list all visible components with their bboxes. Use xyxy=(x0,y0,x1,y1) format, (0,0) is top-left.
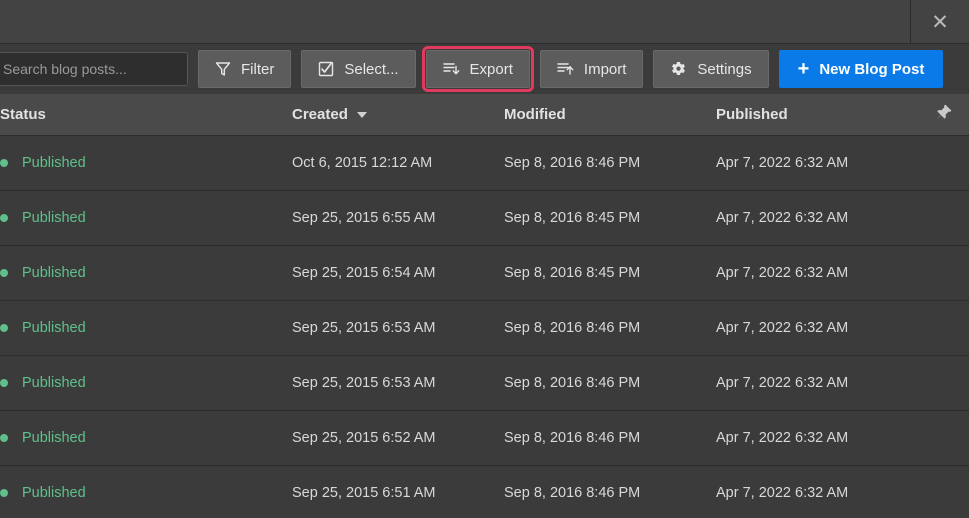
column-header-status[interactable]: Status xyxy=(0,106,292,123)
settings-button[interactable]: Settings xyxy=(653,50,769,88)
plus-icon: + xyxy=(797,58,810,80)
cell-status: Published xyxy=(0,265,292,281)
table-body: Published Oct 6, 2015 12:12 AM Sep 8, 2016… xyxy=(0,136,969,518)
toolbar: Filter Select... Export Import xyxy=(0,44,969,94)
cell-modified: Sep 8, 2016 8:46 PM xyxy=(504,375,641,391)
cell-modified: Sep 8, 2016 8:46 PM xyxy=(504,155,641,171)
status-dot-icon xyxy=(0,489,8,497)
window-title-bar: ✕ xyxy=(0,0,969,44)
cell-published: Apr 7, 2022 6:32 AM xyxy=(716,210,849,226)
cell-created: Sep 25, 2015 6:53 AM xyxy=(292,320,436,336)
cell-status: Published xyxy=(0,485,292,501)
status-badge: Published xyxy=(0,320,86,336)
cell-status: Published xyxy=(0,375,292,391)
select-button-label: Select... xyxy=(344,60,399,78)
status-dot-icon xyxy=(0,434,8,442)
status-label: Published xyxy=(22,485,86,501)
new-blog-post-button[interactable]: + New Blog Post xyxy=(778,50,944,88)
table-row[interactable]: Published Sep 25, 2015 6:53 AM Sep 8, 2016… xyxy=(0,301,969,356)
import-button-label: Import xyxy=(583,60,627,78)
table-row[interactable]: Published Sep 25, 2015 6:51 AM Sep 8, 2016… xyxy=(0,466,969,518)
search-input[interactable] xyxy=(0,52,188,86)
table-row[interactable]: Published Sep 25, 2015 6:52 AM Sep 8, 2016… xyxy=(0,411,969,466)
cell-created: Sep 25, 2015 6:53 AM xyxy=(292,375,436,391)
select-button[interactable]: Select... xyxy=(301,50,416,88)
column-header-published[interactable]: Published xyxy=(716,106,931,123)
new-blog-post-button-label: New Blog Post xyxy=(819,60,925,78)
status-dot-icon xyxy=(0,269,8,277)
cell-created: Sep 25, 2015 6:55 AM xyxy=(292,210,436,226)
table-row[interactable]: Published Sep 25, 2015 6:55 AM Sep 8, 2016… xyxy=(0,191,969,246)
status-badge: Published xyxy=(0,430,86,446)
status-dot-icon xyxy=(0,379,8,387)
import-button[interactable]: Import xyxy=(539,50,644,88)
cell-modified: Sep 8, 2016 8:45 PM xyxy=(504,265,641,281)
cell-modified: Sep 8, 2016 8:45 PM xyxy=(504,210,641,226)
status-label: Published xyxy=(22,320,86,336)
status-dot-icon xyxy=(0,214,8,222)
cell-status: Published xyxy=(0,210,292,226)
cell-published: Apr 7, 2022 6:32 AM xyxy=(716,430,849,446)
cell-modified: Sep 8, 2016 8:46 PM xyxy=(504,320,641,336)
column-header-modified-label: Modified xyxy=(504,106,566,123)
sort-descending-icon xyxy=(356,112,367,119)
cell-status: Published xyxy=(0,155,292,171)
cell-status: Published xyxy=(0,430,292,446)
status-badge: Published xyxy=(0,265,86,281)
cell-created: Sep 25, 2015 6:54 AM xyxy=(292,265,436,281)
status-label: Published xyxy=(22,265,86,281)
status-dot-icon xyxy=(0,159,8,167)
cell-published: Apr 7, 2022 6:32 AM xyxy=(716,375,849,391)
status-label: Published xyxy=(22,430,86,446)
column-header-published-label: Published xyxy=(716,106,788,123)
status-badge: Published xyxy=(0,155,86,171)
export-icon xyxy=(442,61,460,77)
status-badge: Published xyxy=(0,485,86,501)
search-field-wrapper xyxy=(0,52,188,86)
cell-status: Published xyxy=(0,320,292,336)
import-icon xyxy=(557,61,574,77)
status-badge: Published xyxy=(0,210,86,226)
table-row[interactable]: Published Sep 25, 2015 6:53 AM Sep 8, 2016… xyxy=(0,356,969,411)
export-button[interactable]: Export xyxy=(421,46,534,92)
filter-icon xyxy=(215,61,231,77)
table-row[interactable]: Published Sep 25, 2015 6:54 AM Sep 8, 2016… xyxy=(0,246,969,301)
cell-created: Sep 25, 2015 6:51 AM xyxy=(292,485,436,501)
column-header-created[interactable]: Created xyxy=(292,106,504,123)
table-header-row: Status Created Modified Published xyxy=(0,94,969,136)
checkbox-icon xyxy=(318,61,334,77)
table-row[interactable]: Published Oct 6, 2015 12:12 AM Sep 8, 2016… xyxy=(0,136,969,191)
status-badge: Published xyxy=(0,375,86,391)
filter-button-label: Filter xyxy=(241,60,275,78)
cell-published: Apr 7, 2022 6:32 AM xyxy=(716,265,849,281)
column-header-status-label: Status xyxy=(0,106,46,123)
close-icon[interactable]: ✕ xyxy=(911,0,969,44)
pin-icon xyxy=(933,103,953,127)
cell-published: Apr 7, 2022 6:32 AM xyxy=(716,155,849,171)
cell-created: Oct 6, 2015 12:12 AM xyxy=(292,155,433,171)
status-dot-icon xyxy=(0,324,8,332)
cell-published: Apr 7, 2022 6:32 AM xyxy=(716,320,849,336)
export-button-label: Export xyxy=(469,60,513,78)
settings-button-label: Settings xyxy=(697,60,752,78)
cell-published: Apr 7, 2022 6:32 AM xyxy=(716,485,849,501)
filter-button[interactable]: Filter xyxy=(198,50,292,88)
cell-created: Sep 25, 2015 6:52 AM xyxy=(292,430,436,446)
status-label: Published xyxy=(22,210,86,226)
cell-modified: Sep 8, 2016 8:46 PM xyxy=(504,485,641,501)
status-label: Published xyxy=(22,375,86,391)
gear-icon xyxy=(670,61,687,78)
cell-modified: Sep 8, 2016 8:46 PM xyxy=(504,430,641,446)
status-label: Published xyxy=(22,155,86,171)
blog-posts-table: Status Created Modified Published Publis… xyxy=(0,94,969,518)
pin-column-button[interactable] xyxy=(931,103,969,127)
column-header-created-label: Created xyxy=(292,106,348,123)
column-header-modified[interactable]: Modified xyxy=(504,106,716,123)
